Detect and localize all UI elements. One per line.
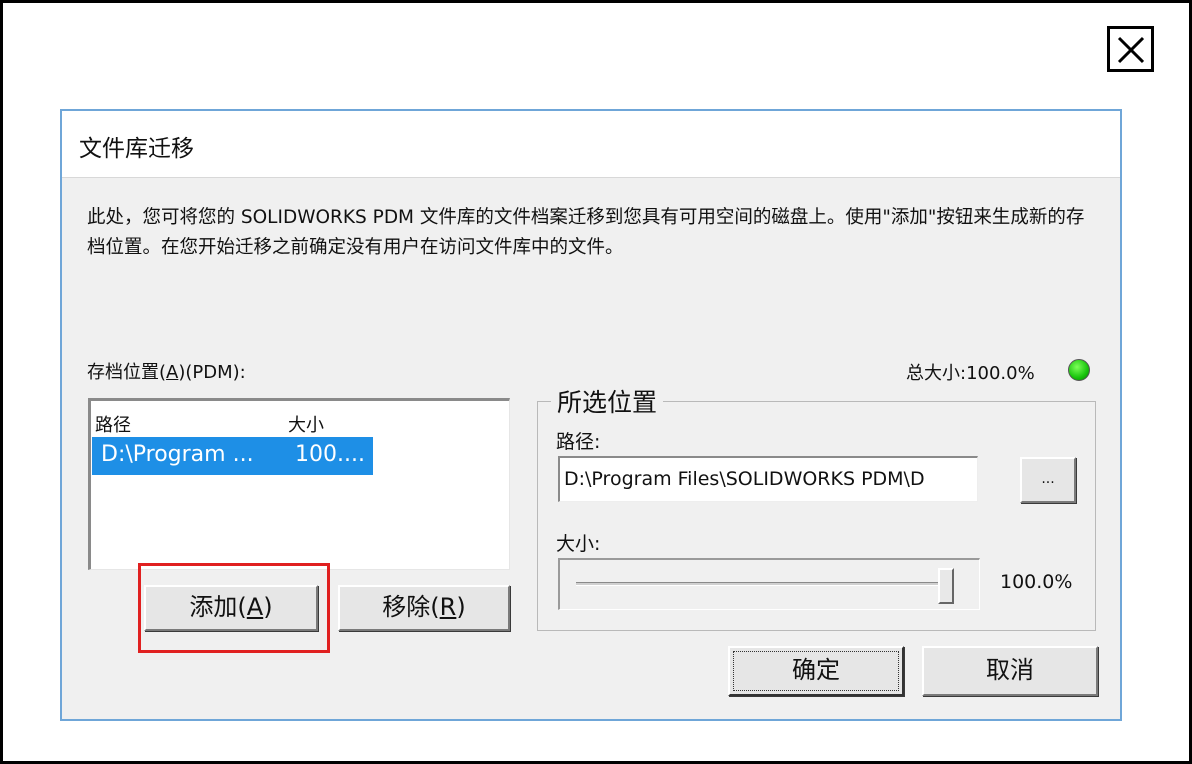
slider-thumb[interactable] [938,568,954,604]
browse-button[interactable]: ... [1020,457,1076,503]
column-header-size[interactable]: 大小 [288,411,324,437]
list-item-size: 100.... [295,442,365,467]
dialog-description: 此处，您可将您的 SOLIDWORKS PDM 文件库的文件档案迁移到您具有可用… [87,207,1085,258]
column-header-path[interactable]: 路径 [95,411,131,437]
size-value: 100.0% [1000,571,1073,593]
size-label: 大小: [556,533,601,555]
path-field[interactable]: D:\Program Files\SOLIDWORKS PDM\D [558,456,978,502]
total-size-label: 总大小:100.0% [906,363,1035,384]
selected-location-title: 所选位置 [551,383,664,419]
list-item-path: D:\Program ... [101,442,254,467]
remove-button[interactable]: 移除(R) [338,585,510,631]
close-icon [1117,36,1145,64]
status-indicator-icon [1068,359,1090,381]
path-label: 路径: [556,431,601,453]
close-button[interactable] [1107,26,1154,72]
ok-button[interactable]: 确定 [728,646,904,696]
dialog-title: 文件库迁移 [79,136,194,162]
title-bar: 文件库迁移 [62,111,1120,178]
add-button[interactable]: 添加(A) [144,585,318,631]
list-header: 路径 大小 [95,411,395,436]
archive-location-list[interactable]: 路径 大小 D:\Program ... 100.... [88,398,510,570]
archive-location-label: 存档位置(A)(PDM): [87,362,246,383]
migration-dialog: 文件库迁移 此处，您可将您的 SOLIDWORKS PDM 文件库的文件档案迁移… [60,109,1122,721]
list-item[interactable]: D:\Program ... 100.... [92,437,373,475]
size-slider[interactable] [558,558,980,610]
cancel-button[interactable]: 取消 [922,646,1098,696]
slider-track-line [576,582,946,586]
